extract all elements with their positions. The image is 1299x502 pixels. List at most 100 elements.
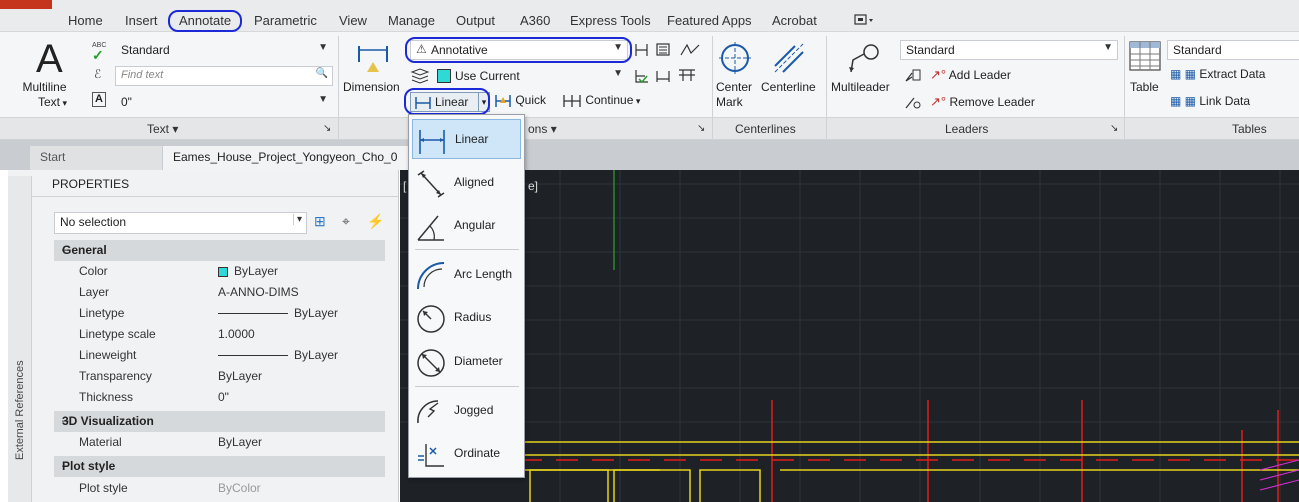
section-plot-style[interactable]: Plot style – xyxy=(54,456,385,477)
menu-item-aligned[interactable]: Aligned xyxy=(412,163,521,203)
text-panel-launcher-icon[interactable]: ↘ xyxy=(323,123,331,134)
text-height-icon: A xyxy=(92,92,106,107)
tab-parametric[interactable]: Parametric xyxy=(254,13,317,28)
multileader-button[interactable]: Multileader xyxy=(831,80,890,94)
multiline-label: Multiline xyxy=(22,80,67,94)
panel-title-centerlines: Centerlines xyxy=(735,122,796,136)
center-mark-button[interactable]: Center Mark xyxy=(716,80,752,110)
dimstyle-highlight xyxy=(405,37,632,63)
extract-data-button[interactable]: ▦ ▦ Extract Data xyxy=(1170,67,1265,81)
toggle-pickadd-icon[interactable]: ⊞ xyxy=(314,213,326,230)
tab-output[interactable]: Output xyxy=(456,13,495,28)
dimension-layer-icon xyxy=(410,67,430,88)
multileader-icon[interactable] xyxy=(845,40,881,79)
divider xyxy=(32,196,399,197)
property-row-linetype-scale[interactable]: Linetype scale 1.0000 xyxy=(54,324,385,345)
property-row-lineweight[interactable]: Lineweight ByLayer xyxy=(54,345,385,366)
panel-title-tables: Tables xyxy=(1232,122,1267,136)
menu-item-jogged[interactable]: Jogged xyxy=(412,391,521,431)
table-button[interactable]: Table xyxy=(1130,80,1159,94)
centerline-button[interactable]: Centerline xyxy=(761,80,816,94)
collect-leaders-icon[interactable] xyxy=(904,94,922,113)
multiline-text-button[interactable]: Multiline Text ▾ xyxy=(22,80,68,111)
property-row-material[interactable]: Material ByLayer xyxy=(54,432,385,453)
divider xyxy=(826,36,827,139)
quick-select-icon[interactable]: ⚡ xyxy=(367,213,384,230)
annotate-tab-highlight xyxy=(168,10,242,32)
centerline-icon[interactable] xyxy=(771,40,807,79)
properties-title: PROPERTIES xyxy=(52,177,130,191)
angular-icon xyxy=(417,215,444,241)
menu-item-diameter[interactable]: Diameter xyxy=(412,342,521,382)
dimension-icon[interactable] xyxy=(355,42,391,81)
link-data-button[interactable]: ▦ ▦ Link Data xyxy=(1170,94,1250,108)
document-tab-bar: Start Eames_House_Project_Yongyeon_Cho_0 xyxy=(0,140,1299,170)
svg-text:A: A xyxy=(36,38,63,76)
diameter-icon xyxy=(417,349,445,377)
quick-dimension-button[interactable]: Quick xyxy=(494,93,546,109)
panel-title-text[interactable]: Text ▾ xyxy=(147,122,178,136)
center-mark-icon[interactable] xyxy=(717,40,753,79)
tab-featured-apps[interactable]: Featured Apps xyxy=(667,13,752,28)
property-row-layer[interactable]: Layer A-ANNO-DIMS xyxy=(54,282,385,303)
menu-separator xyxy=(415,249,519,250)
panel-title-dimensions[interactable]: ons ▾ xyxy=(528,122,557,136)
radius-icon xyxy=(417,305,445,333)
jogged-icon xyxy=(417,400,439,424)
table-icon[interactable] xyxy=(1128,40,1162,77)
dimension-tools-row2-icon[interactable] xyxy=(633,67,703,88)
text-height-select[interactable]: 0" ▼ xyxy=(115,92,333,112)
find-replace-icon[interactable]: ℰ xyxy=(94,67,101,81)
leaders-panel-launcher-icon[interactable]: ↘ xyxy=(1110,123,1118,134)
select-objects-icon[interactable]: ⌖ xyxy=(342,213,350,230)
section-3d-visualization[interactable]: 3D Visualization – xyxy=(54,411,385,432)
tab-drawing[interactable]: Eames_House_Project_Yongyeon_Cho_0 xyxy=(163,146,411,170)
tab-view[interactable]: View xyxy=(339,13,367,28)
menu-item-radius[interactable]: Radius xyxy=(412,298,521,338)
align-leaders-icon[interactable] xyxy=(904,67,922,86)
linear-dimension-dropdown: Linear Aligned Angular Arc Length Radius… xyxy=(408,114,525,478)
property-row-transparency[interactable]: Transparency ByLayer xyxy=(54,366,385,387)
workspace-toggle-icon[interactable] xyxy=(854,13,876,30)
section-general[interactable]: General – xyxy=(54,240,385,261)
multileader-style-select[interactable]: Standard ▼ xyxy=(900,40,1118,60)
selection-select[interactable]: No selection ▾ xyxy=(54,212,307,234)
color-swatch xyxy=(218,266,228,277)
multiline-text-icon[interactable]: A xyxy=(34,37,68,81)
menu-item-arc-length[interactable]: Arc Length xyxy=(412,255,521,295)
collapse-icon: – xyxy=(62,458,69,472)
dimension-layer-select[interactable]: Use Current ▼ xyxy=(432,66,628,86)
menu-item-angular[interactable]: Angular xyxy=(412,206,521,246)
property-row-thickness[interactable]: Thickness 0" xyxy=(54,387,385,408)
menu-item-linear[interactable]: Linear xyxy=(412,119,521,159)
tab-home[interactable]: Home xyxy=(68,13,103,28)
spellcheck-icon[interactable]: ABC ✓ xyxy=(92,41,106,62)
dimensions-panel-launcher-icon[interactable]: ↘ xyxy=(697,123,705,134)
tab-express-tools[interactable]: Express Tools xyxy=(570,13,651,28)
tab-insert[interactable]: Insert xyxy=(125,13,158,28)
add-leader-button[interactable]: ↗° Add Leader xyxy=(930,67,1011,83)
menu-item-ordinate[interactable]: Ordinate xyxy=(412,434,521,474)
tab-manage[interactable]: Manage xyxy=(388,13,435,28)
continue-dimension-button[interactable]: Continue ▾ xyxy=(562,93,640,109)
property-row-color[interactable]: Color ByLayer xyxy=(54,261,385,282)
table-style-select[interactable]: Standard xyxy=(1167,40,1299,60)
divider xyxy=(1124,36,1125,139)
external-references-label[interactable]: External References xyxy=(14,360,26,460)
ribbon-panel-titles: Text ▾ ↘ ons ▾ ↘ Centerlines Leaders ↘ T… xyxy=(0,117,1299,139)
property-row-linetype[interactable]: Linetype ByLayer xyxy=(54,303,385,324)
text-style-select[interactable]: Standard ▼ xyxy=(115,40,333,60)
dimension-tools-icon[interactable] xyxy=(633,41,703,62)
tab-start[interactable]: Start xyxy=(30,146,162,170)
tab-acrobat[interactable]: Acrobat xyxy=(772,13,817,28)
property-row-plot-style[interactable]: Plot style ByColor xyxy=(54,478,385,499)
arc-length-icon xyxy=(417,262,445,290)
collapse-icon: – xyxy=(62,242,69,256)
drawing-canvas[interactable]: [ e] xyxy=(400,170,1299,502)
divider xyxy=(338,36,339,139)
dimension-button[interactable]: Dimension xyxy=(343,80,400,94)
find-text-input[interactable]: Find text 🔍 xyxy=(115,66,333,86)
viewport-control-right: e] xyxy=(528,179,538,193)
remove-leader-button[interactable]: ↗° Remove Leader xyxy=(930,94,1035,110)
tab-a360[interactable]: A360 xyxy=(520,13,550,28)
